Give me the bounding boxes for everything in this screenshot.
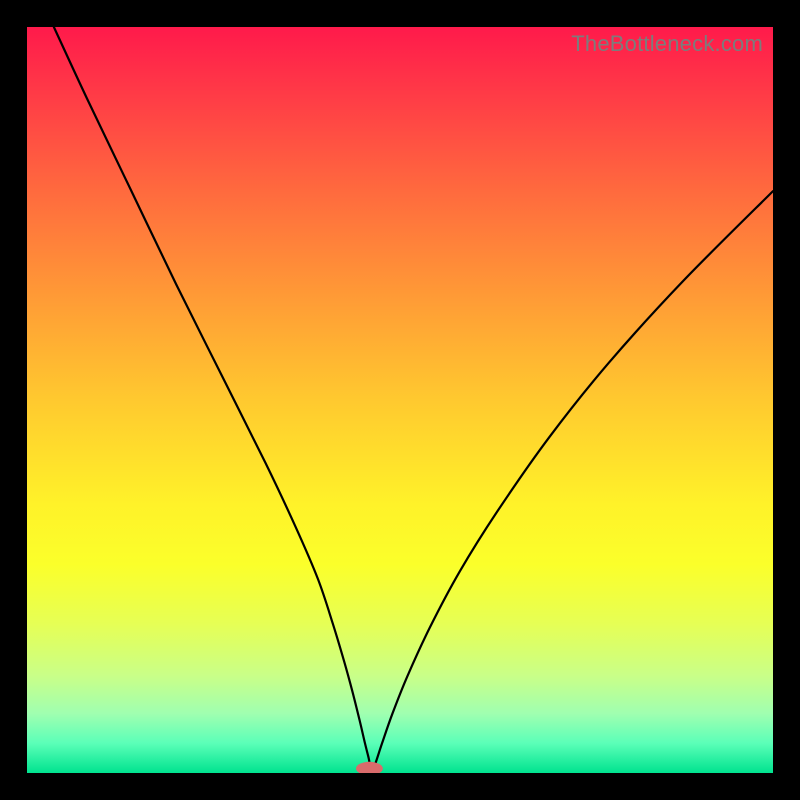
bottleneck-curve — [54, 27, 773, 768]
chart-frame: TheBottleneck.com — [0, 0, 800, 800]
curve-layer — [27, 27, 773, 773]
plot-area: TheBottleneck.com — [27, 27, 773, 773]
minimum-marker — [356, 762, 383, 773]
